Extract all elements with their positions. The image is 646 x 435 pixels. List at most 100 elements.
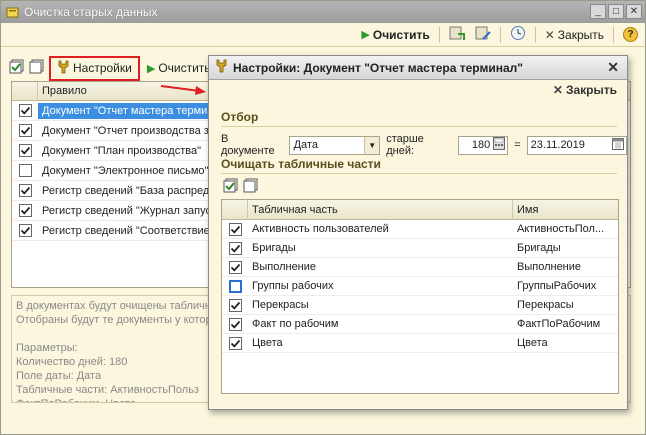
window-title: Очистка старых данных: [24, 5, 158, 19]
main-toolbar: ▶ Очистить ✕ Закрыть ?: [1, 23, 645, 47]
save-settings-icon: [449, 25, 465, 44]
table-parts-header: Табличная часть Имя: [222, 199, 618, 220]
rule-column-header[interactable]: Правило: [38, 85, 87, 97]
toolbar-separator: [613, 26, 614, 43]
rule-text: Документ "План производства": [42, 144, 202, 157]
close-icon: ✕: [544, 27, 555, 42]
row-check-cell: [12, 124, 38, 137]
rules-clear-label: Очистить: [158, 61, 211, 75]
table-parts-grid: Табличная часть Имя Активность пользоват…: [221, 199, 619, 394]
name-cell: Бригады: [517, 242, 561, 254]
date-field-value: Дата: [293, 139, 318, 151]
rules-clear-button[interactable]: ▶ Очистить: [144, 60, 214, 76]
table-row[interactable]: Выполнение Выполнение: [222, 258, 618, 277]
checkbox-checked[interactable]: [228, 336, 242, 350]
calendar-icon[interactable]: [611, 137, 624, 153]
checkbox-checked[interactable]: [18, 104, 32, 117]
toolbar-close-button[interactable]: ✕ Закрыть: [542, 27, 607, 43]
checkbox-unchecked[interactable]: [228, 279, 242, 293]
name-cell: Цвета: [517, 337, 548, 349]
days-input[interactable]: 180: [458, 135, 509, 155]
table-row[interactable]: Группы рабочих ГруппыРабочих: [222, 277, 618, 296]
part-column-header[interactable]: Табличная часть: [248, 199, 513, 220]
settings-button[interactable]: Настройки: [49, 55, 140, 81]
checkbox-checked[interactable]: [18, 184, 32, 197]
row-check-cell: [12, 224, 38, 237]
row-check-cell: [222, 279, 248, 293]
checkbox-checked[interactable]: [228, 317, 242, 331]
row-check-cell: [222, 298, 248, 312]
part-cell: Факт по рабочим: [252, 318, 339, 330]
header-check-column: [12, 81, 38, 101]
row-check-cell: [222, 241, 248, 255]
toolbar-separator: [499, 26, 501, 43]
window-close-button[interactable]: ✕: [626, 4, 642, 19]
part-cell: Активность пользователей: [252, 223, 389, 235]
filter-row: В документе Дата ▼ старше дней: 180 = 23…: [221, 133, 627, 157]
checkbox-checked[interactable]: [228, 260, 242, 274]
dialog-close-button[interactable]: ✕ Закрыть: [553, 83, 617, 97]
checkbox-checked[interactable]: [18, 144, 32, 157]
table-row[interactable]: Активность пользователей АктивностьПол...: [222, 220, 618, 239]
uncheck-all-icon[interactable]: [243, 178, 259, 197]
date-value: 23.11.2019: [530, 139, 585, 151]
filter-section-title: Отбор: [221, 110, 259, 124]
toolbar-clear-button[interactable]: ▶ Очистить: [358, 27, 432, 43]
checkbox-checked[interactable]: [18, 204, 32, 217]
clear-parts-section-title: Очищать табличные части: [221, 157, 381, 171]
row-check-cell: [222, 336, 248, 350]
row-check-cell: [12, 104, 38, 117]
uncheck-all-icon[interactable]: [29, 59, 45, 78]
table-row[interactable]: Цвета Цвета: [222, 334, 618, 353]
name-cell: Выполнение: [517, 261, 582, 273]
toolbar-clear-label: Очистить: [372, 27, 430, 42]
checkbox-checked[interactable]: [18, 224, 32, 237]
parts-toolbar: [223, 178, 259, 197]
save-settings-button[interactable]: [446, 24, 468, 45]
chevron-down-icon[interactable]: ▼: [364, 136, 380, 154]
part-cell: Группы рабочих: [252, 280, 334, 292]
table-row[interactable]: Факт по рабочим ФактПоРабочим: [222, 315, 618, 334]
rule-text: Регистр сведений "Журнал запус: [42, 204, 211, 217]
older-days-label: старше дней:: [386, 133, 424, 157]
checkbox-checked[interactable]: [18, 124, 32, 137]
date-input[interactable]: 23.11.2019: [526, 135, 627, 155]
restore-settings-button[interactable]: [472, 24, 494, 45]
history-button[interactable]: [507, 24, 529, 45]
dialog-title: Настройки: Документ "Отчет мастера терми…: [233, 60, 523, 75]
checkbox-checked[interactable]: [228, 298, 242, 312]
checkbox-checked[interactable]: [228, 241, 242, 255]
rule-text: Документ "Отчет производства з: [42, 124, 209, 137]
wrench-icon: [57, 60, 70, 77]
checkbox-unchecked[interactable]: [18, 164, 32, 177]
check-all-icon[interactable]: [223, 178, 239, 197]
checkbox-checked[interactable]: [228, 222, 242, 236]
name-cell: Перекрасы: [517, 299, 574, 311]
table-parts-rows: Активность пользователей АктивностьПол...…: [222, 220, 618, 353]
toolbar-separator: [438, 26, 440, 43]
maximize-button[interactable]: □: [608, 4, 624, 19]
header-check-column: [222, 199, 248, 220]
checkmark-icon: [230, 339, 240, 348]
window-titlebar: Очистка старых данных _ □ ✕: [1, 1, 645, 23]
date-field-select[interactable]: Дата ▼: [288, 135, 381, 155]
clear-parts-section-divider: [221, 173, 617, 174]
minimize-button[interactable]: _: [590, 4, 606, 19]
help-button[interactable]: ?: [620, 26, 641, 43]
part-cell: Цвета: [252, 337, 283, 349]
checkmark-icon: [20, 186, 30, 195]
table-row[interactable]: Бригады Бригады: [222, 239, 618, 258]
table-row[interactable]: Перекрасы Перекрасы: [222, 296, 618, 315]
dialog-close-icon[interactable]: ✕: [607, 59, 619, 76]
days-value: 180: [471, 139, 491, 151]
calculator-icon[interactable]: [493, 137, 506, 153]
close-icon: ✕: [552, 83, 563, 97]
name-cell: АктивностьПол...: [517, 223, 605, 235]
help-icon: ?: [623, 27, 638, 42]
name-column-header[interactable]: Имя: [513, 204, 538, 216]
check-all-icon[interactable]: [9, 59, 25, 78]
part-cell: Перекрасы: [252, 299, 309, 311]
rule-text: Документ "Электронное письмо": [42, 164, 209, 177]
red-arrow-annotation: [160, 85, 206, 95]
checkmark-icon: [230, 244, 240, 253]
